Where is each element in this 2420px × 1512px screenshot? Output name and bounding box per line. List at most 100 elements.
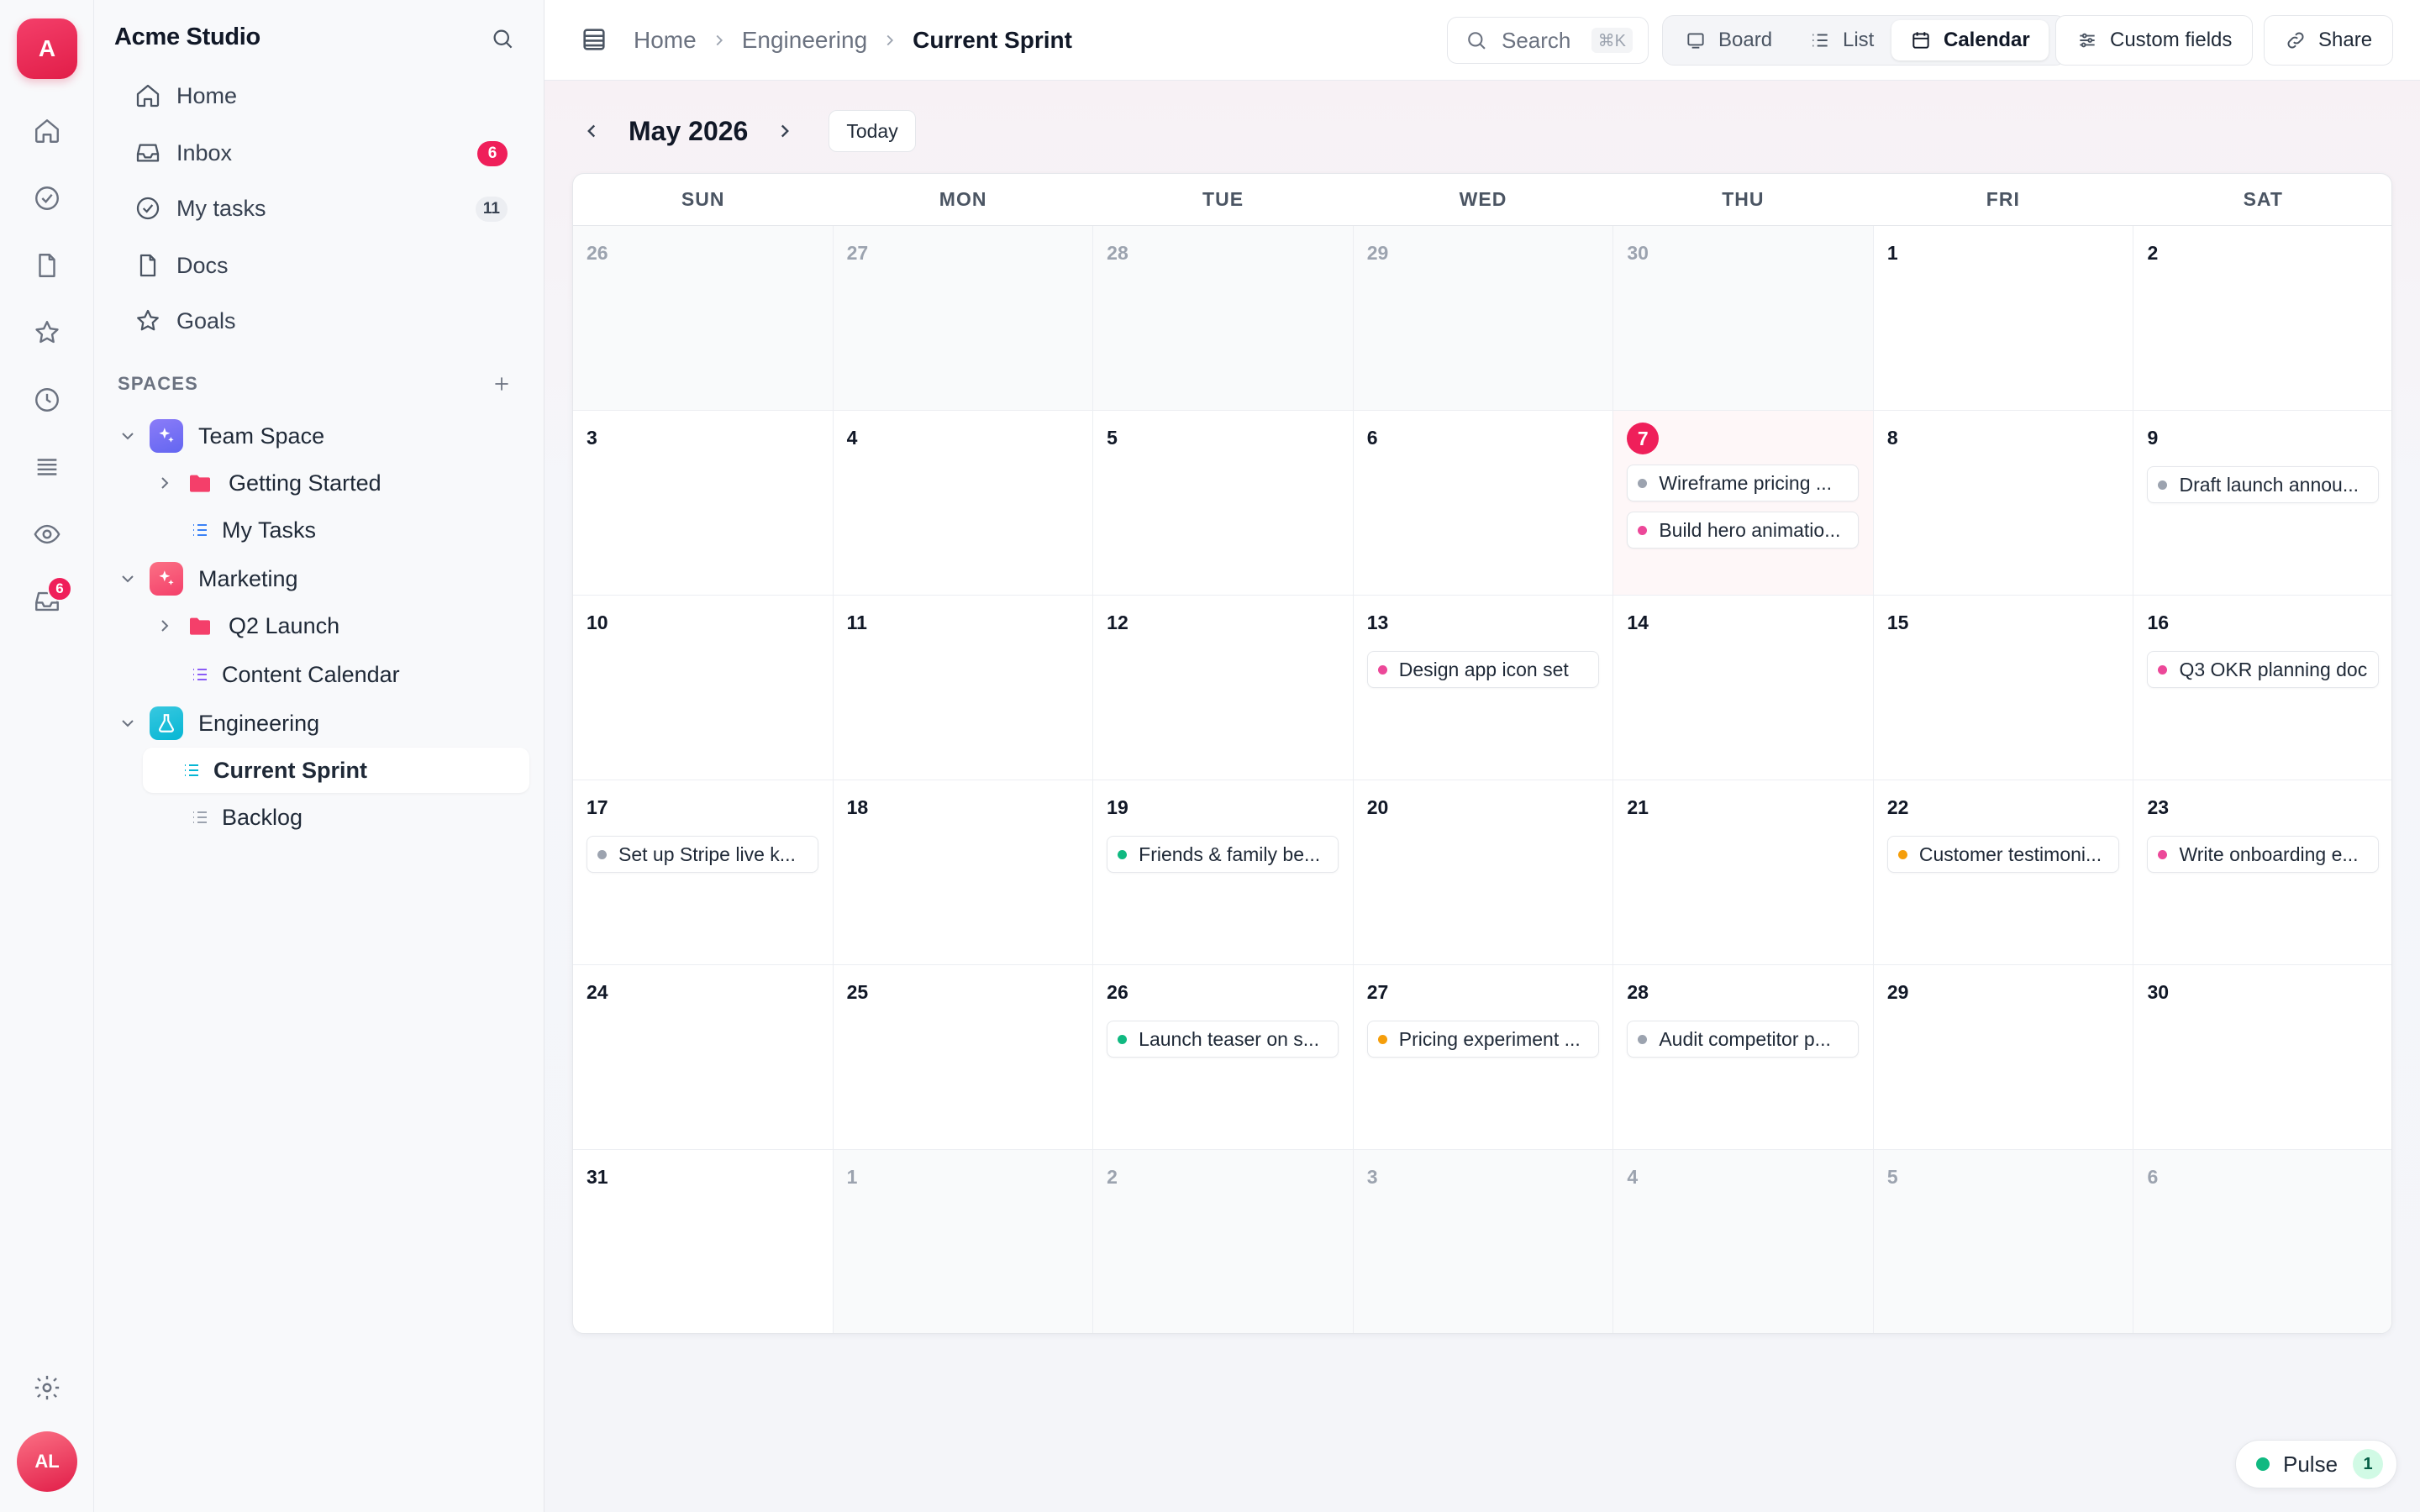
task-chip[interactable]: Design app icon set [1366, 651, 1599, 688]
space-team-space[interactable]: Team Space [118, 413, 521, 459]
day-cell[interactable]: 25 [834, 965, 1094, 1149]
search-input[interactable]: Search ⌘K [1447, 17, 1649, 64]
chevron-right-icon[interactable] [155, 473, 175, 493]
nav-docs[interactable]: Docs [121, 240, 524, 291]
day-cell[interactable]: 9 Draft launch annou... [2133, 411, 2391, 595]
space-engineering[interactable]: Engineering [118, 701, 521, 746]
chevron-right-icon[interactable] [768, 114, 802, 148]
day-cell[interactable]: 3 [1353, 1150, 1614, 1333]
day-cell[interactable]: 13 Design app icon set [1354, 596, 1614, 780]
task-chip[interactable]: Customer testimoni... [1886, 836, 2119, 873]
list-backlog[interactable]: Backlog [182, 795, 521, 840]
day-cell[interactable]: 4 [1613, 1150, 1874, 1333]
folder-getting-started[interactable]: Getting Started [155, 460, 521, 506]
day-cell[interactable]: 12 [1093, 596, 1354, 780]
day-cell[interactable]: 15 [1874, 596, 2134, 780]
nav-my-tasks[interactable]: My tasks 11 [121, 183, 524, 234]
day-cell[interactable]: 6 [2133, 1150, 2391, 1333]
folder-q2-launch[interactable]: Q2 Launch [155, 603, 521, 648]
chevron-down-icon[interactable] [118, 713, 138, 733]
settings-icon[interactable] [27, 1368, 67, 1408]
task-chip[interactable]: Draft launch annou... [2147, 466, 2380, 503]
day-cell[interactable]: 5 [1873, 1150, 2134, 1333]
list-content-calendar[interactable]: Content Calendar [182, 652, 521, 697]
day-cell[interactable]: 10 [573, 596, 834, 780]
day-cell[interactable]: 29 [1874, 965, 2134, 1149]
day-cell[interactable]: 30 [1613, 226, 1874, 410]
day-cell[interactable]: 26 [573, 226, 834, 410]
task-chip[interactable]: Launch teaser on s... [1107, 1021, 1339, 1058]
task-chip[interactable]: Friends & family be... [1107, 836, 1339, 873]
day-cell[interactable]: 20 [1354, 780, 1614, 964]
nav-goals[interactable]: Goals [121, 296, 524, 346]
task-chip[interactable]: Pricing experiment ... [1366, 1021, 1599, 1058]
day-cell-today[interactable]: 7 Wireframe pricing ... Build hero animati… [1613, 411, 1874, 595]
day-cell[interactable]: 2 [1093, 1150, 1354, 1333]
day-cell[interactable]: 21 [1613, 780, 1874, 964]
day-cell[interactable]: 31 [573, 1150, 834, 1333]
day-cell[interactable]: 27 [833, 226, 1094, 410]
tab-calendar[interactable]: Calendar [1891, 20, 2049, 60]
add-space-icon[interactable] [489, 371, 514, 396]
chevron-left-icon[interactable] [575, 114, 608, 148]
workspace-logo[interactable]: A [17, 18, 77, 79]
custom-fields-button[interactable]: Custom fields [2055, 15, 2254, 66]
day-cell[interactable]: 1 [833, 1150, 1094, 1333]
day-cell[interactable]: 23 Write onboarding e... [2133, 780, 2391, 964]
day-cell[interactable]: 28 Audit competitor p... [1613, 965, 1874, 1149]
chevron-down-icon[interactable] [118, 569, 138, 589]
task-chip[interactable]: Set up Stripe live k... [587, 836, 818, 873]
task-chip[interactable]: Q3 OKR planning doc [2147, 651, 2380, 688]
day-cell[interactable]: 8 [1874, 411, 2134, 595]
day-cell[interactable]: 27 Pricing experiment ... [1354, 965, 1614, 1149]
list-my-tasks[interactable]: My Tasks [182, 507, 521, 553]
star-icon[interactable] [27, 312, 67, 353]
day-cell[interactable]: 16 Q3 OKR planning doc [2133, 596, 2391, 780]
clock-icon[interactable] [27, 380, 67, 420]
day-cell[interactable]: 6 [1354, 411, 1614, 595]
task-chip[interactable]: Write onboarding e... [2147, 836, 2380, 873]
day-cell[interactable]: 2 [2133, 226, 2391, 410]
nav-inbox[interactable]: Inbox 6 [121, 128, 524, 178]
nav-home[interactable]: Home [121, 71, 524, 121]
share-button[interactable]: Share [2264, 15, 2394, 66]
day-cell[interactable]: 29 [1353, 226, 1614, 410]
check-circle-icon[interactable] [27, 178, 67, 218]
sidebar-toggle-icon[interactable] [580, 25, 610, 55]
doc-icon[interactable] [27, 245, 67, 286]
inbox-icon[interactable]: 6 [27, 576, 72, 622]
day-cell[interactable]: 3 [573, 411, 834, 595]
day-cell[interactable]: 18 [834, 780, 1094, 964]
breadcrumb-home[interactable]: Home [634, 27, 697, 54]
space-marketing[interactable]: Marketing [118, 556, 521, 601]
pulse-button[interactable]: Pulse 1 [2235, 1440, 2398, 1488]
day-cell[interactable]: 26 Launch teaser on s... [1093, 965, 1354, 1149]
tab-list[interactable]: List [1791, 20, 1892, 60]
day-cell[interactable]: 28 [1093, 226, 1354, 410]
day-cell[interactable]: 24 [573, 965, 834, 1149]
day-cell[interactable]: 11 [834, 596, 1094, 780]
tab-board[interactable]: Board [1666, 20, 1791, 60]
day-cell[interactable]: 17 Set up Stripe live k... [573, 780, 834, 964]
day-cell[interactable]: 5 [1093, 411, 1354, 595]
stack-icon[interactable] [27, 447, 67, 487]
search-icon[interactable] [487, 24, 518, 54]
user-avatar[interactable]: AL [17, 1431, 77, 1492]
day-cell[interactable]: 4 [834, 411, 1094, 595]
day-cell[interactable]: 14 [1613, 596, 1874, 780]
day-cell[interactable]: 22 Customer testimoni... [1874, 780, 2134, 964]
chevron-right-icon[interactable] [155, 616, 175, 636]
day-cell[interactable]: 19 Friends & family be... [1093, 780, 1354, 964]
chevron-down-icon[interactable] [118, 426, 138, 446]
task-chip[interactable]: Build hero animatio... [1627, 512, 1860, 549]
today-button[interactable]: Today [829, 110, 916, 152]
task-chip[interactable]: Audit competitor p... [1627, 1021, 1860, 1058]
home-icon[interactable] [27, 111, 67, 151]
list-current-sprint[interactable]: Current Sprint [143, 748, 529, 793]
day-cell[interactable]: 30 [2133, 965, 2391, 1149]
day-cell[interactable]: 1 [1874, 226, 2134, 410]
eye-icon[interactable] [27, 514, 67, 554]
task-chip[interactable]: Wireframe pricing ... [1627, 465, 1860, 501]
breadcrumb-engineering[interactable]: Engineering [742, 27, 867, 54]
day-number: 4 [846, 427, 858, 449]
